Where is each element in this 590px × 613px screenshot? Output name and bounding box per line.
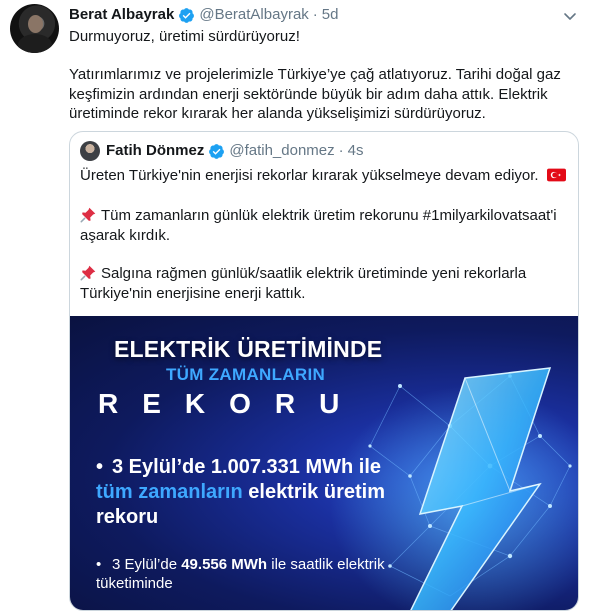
quoted-text-line2-content: Tüm zamanların günlük elektrik üretim re… [80, 207, 557, 244]
quoted-tweet-header: Fatih Dönmez @fatih_donmez · 4s [106, 141, 363, 161]
chevron-down-icon[interactable] [562, 8, 578, 24]
media-bullet-1: • 3 Eylül’de 1.007.331 MWh ile tüm zamanl… [96, 455, 396, 530]
tweet-media-image[interactable]: ELEKTRİK ÜRETİMİNDE TÜM ZAMANLARIN REKOR… [70, 316, 578, 610]
quoted-tweet-timestamp[interactable]: 4s [348, 141, 364, 161]
pushpin-icon [80, 207, 96, 223]
quoted-text-line3: Salgına rağmen günlük/saatlik elektrik ü… [80, 264, 570, 303]
verified-badge-icon [209, 143, 225, 159]
tweet-text-line1: Durmuyoruz, üretimi sürdürüyoruz! [69, 28, 300, 45]
bullet-2-bold: 49.556 MWh [181, 556, 268, 573]
author-handle[interactable]: @BeratAlbayrak [199, 5, 308, 25]
quoted-text-line3-content: Salgına rağmen günlük/saatlik elektrik ü… [80, 265, 527, 302]
author-avatar[interactable] [10, 4, 59, 53]
quoted-text-line1-content: Üreten Türkiye'nin enerjisi rekorlar kır… [80, 167, 539, 184]
quoted-author-handle[interactable]: @fatih_donmez [229, 141, 334, 161]
verified-badge-icon [179, 7, 195, 23]
bullet-2-prefix: 3 Eylül’de [112, 556, 182, 573]
separator-dot: · [338, 142, 344, 159]
avatar-shoulders [18, 34, 52, 53]
bullet-marker: • [96, 456, 104, 478]
bullet-1-highlight: tüm zamanların [96, 481, 243, 503]
media-bullet-2: • 3 Eylül’de 49.556 MWh ile saatlik elekt… [96, 555, 396, 593]
separator-dot: · [312, 6, 318, 23]
media-title: ELEKTRİK ÜRETİMİNDE [114, 336, 383, 362]
tweet[interactable]: Berat Albayrak @BeratAlbayrak · 5d Durmu… [0, 0, 590, 613]
bullet-1-prefix: 3 Eylül’de 1.007.331 MWh ile [112, 456, 382, 478]
quoted-author-name[interactable]: Fatih Dönmez [106, 141, 204, 161]
media-headline: REKORU [98, 388, 364, 419]
quoted-tweet[interactable]: Fatih Dönmez @fatih_donmez · 4s Üreten T… [69, 131, 579, 611]
turkey-flag-icon [546, 168, 566, 182]
tweet-header: Berat Albayrak @BeratAlbayrak · 5d [69, 5, 338, 25]
avatar-face [28, 15, 43, 33]
quoted-text-line1: Üreten Türkiye'nin enerjisi rekorlar kır… [80, 166, 570, 186]
media-subtitle: TÜM ZAMANLARIN [166, 365, 326, 384]
pushpin-icon [80, 265, 96, 281]
quoted-text-line2: Tüm zamanların günlük elektrik üretim re… [80, 206, 570, 245]
quoted-author-avatar[interactable] [80, 141, 100, 161]
tweet-text-paragraph: Yatırımlarımız ve projelerimizle Türkiye… [69, 66, 561, 122]
bullet-marker: • [96, 556, 102, 573]
author-name[interactable]: Berat Albayrak [69, 5, 174, 25]
tweet-timestamp[interactable]: 5d [322, 5, 339, 25]
